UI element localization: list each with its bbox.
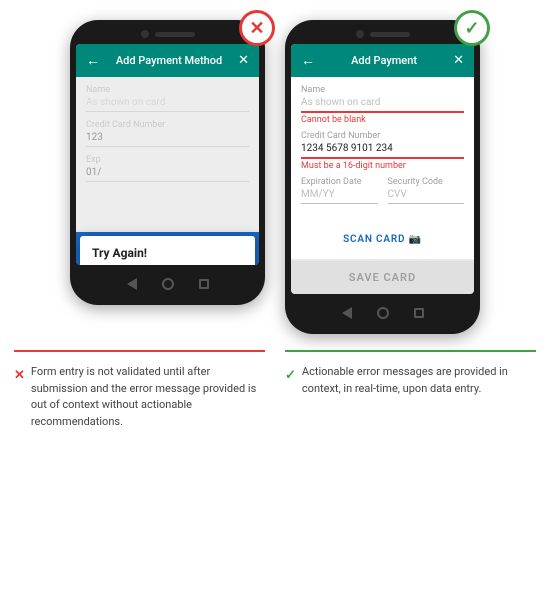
right-exp-input[interactable]: MM/YY bbox=[301, 189, 378, 204]
left-back-arrow[interactable]: ← bbox=[86, 52, 100, 69]
left-app-header: ← Add Payment Method ✕ bbox=[76, 44, 259, 77]
left-exp-input[interactable]: 01/ bbox=[86, 167, 249, 182]
dialog-title: Try Again! bbox=[92, 246, 243, 260]
left-dialog: Try Again! There was an error with your … bbox=[80, 236, 255, 265]
right-close-btn[interactable]: ✕ bbox=[453, 53, 464, 68]
camera-right bbox=[356, 30, 364, 38]
left-name-input[interactable]: As shown on card bbox=[86, 97, 249, 112]
right-two-col: Expiration Date MM/YY Security Code CVV bbox=[301, 177, 464, 218]
good-phone-wrapper: ✓ ← Add Payment ✕ Name As shown on card bbox=[285, 20, 480, 334]
right-cvv-label: Security Code bbox=[388, 177, 465, 187]
bad-caption-text: Form entry is not validated until after … bbox=[31, 364, 265, 430]
phone-bottom-right bbox=[291, 302, 474, 322]
right-form-area: Name As shown on card Cannot be blank Cr… bbox=[291, 77, 474, 259]
screen-right: ← Add Payment ✕ Name As shown on card Ca… bbox=[291, 44, 474, 294]
right-app-header: ← Add Payment ✕ bbox=[291, 44, 474, 77]
phone-top-right bbox=[291, 30, 474, 38]
screen-left: ← Add Payment Method ✕ Name As shown on … bbox=[76, 44, 259, 265]
phone-top-left bbox=[76, 30, 259, 38]
right-scan-card-btn[interactable]: SCAN CARD 📷 bbox=[301, 226, 464, 249]
nav-home-right[interactable] bbox=[376, 306, 390, 320]
bad-badge: ✕ bbox=[239, 10, 275, 46]
left-form-area: Name As shown on card Credit Card Number… bbox=[76, 77, 259, 230]
right-name-label: Name bbox=[301, 85, 464, 95]
phone-bottom-left bbox=[76, 273, 259, 293]
right-card-error: Must be a 16-digit number bbox=[301, 161, 464, 171]
nav-square-left[interactable] bbox=[197, 277, 211, 291]
caption-dividers bbox=[10, 350, 540, 352]
speaker-left bbox=[155, 32, 195, 37]
bad-caption: ✕ Form entry is not validated until afte… bbox=[14, 364, 265, 430]
left-close-btn[interactable]: ✕ bbox=[238, 53, 249, 68]
right-exp-label: Expiration Date bbox=[301, 177, 378, 187]
right-name-input[interactable]: As shown on card bbox=[301, 97, 464, 113]
right-app-title: Add Payment bbox=[351, 54, 417, 67]
left-card-input[interactable]: 123 bbox=[86, 132, 249, 147]
good-phone: ← Add Payment ✕ Name As shown on card Ca… bbox=[285, 20, 480, 334]
right-save-card-btn[interactable]: SAVE CARD bbox=[291, 261, 474, 294]
right-cvv-group: Security Code CVV bbox=[388, 177, 465, 212]
right-back-arrow[interactable]: ← bbox=[301, 52, 315, 69]
bad-caption-icon: ✕ bbox=[14, 366, 25, 386]
right-card-label: Credit Card Number bbox=[301, 131, 464, 141]
good-divider bbox=[285, 350, 536, 352]
nav-back-left[interactable] bbox=[125, 277, 139, 291]
good-badge: ✓ bbox=[454, 10, 490, 46]
right-cvv-input[interactable]: CVV bbox=[388, 189, 465, 204]
nav-home-left[interactable] bbox=[161, 277, 175, 291]
nav-back-right[interactable] bbox=[340, 306, 354, 320]
captions-row: ✕ Form entry is not validated until afte… bbox=[10, 364, 540, 430]
left-app-title: Add Payment Method bbox=[116, 54, 222, 67]
good-caption: ✓ Actionable error messages are provided… bbox=[285, 364, 536, 430]
right-name-error: Cannot be blank bbox=[301, 115, 464, 125]
good-caption-icon: ✓ bbox=[285, 366, 296, 386]
nav-square-right[interactable] bbox=[412, 306, 426, 320]
scan-card-label: SCAN CARD bbox=[343, 234, 405, 245]
bad-phone: ← Add Payment Method ✕ Name As shown on … bbox=[70, 20, 265, 305]
bad-divider bbox=[14, 350, 265, 352]
bad-phone-wrapper: ✕ ← Add Payment Method ✕ Name As shown o… bbox=[70, 20, 265, 334]
left-exp-label: Exp bbox=[86, 155, 249, 165]
speaker-right bbox=[370, 32, 410, 37]
camera-left bbox=[141, 30, 149, 38]
good-caption-text: Actionable error messages are provided i… bbox=[302, 364, 536, 397]
right-exp-group: Expiration Date MM/YY bbox=[301, 177, 378, 212]
left-name-label: Name bbox=[86, 85, 249, 95]
right-card-input[interactable]: 1234 5678 9101 234 bbox=[301, 143, 464, 159]
left-card-label: Credit Card Number bbox=[86, 120, 249, 130]
scan-card-icon: 📷 bbox=[409, 234, 422, 245]
